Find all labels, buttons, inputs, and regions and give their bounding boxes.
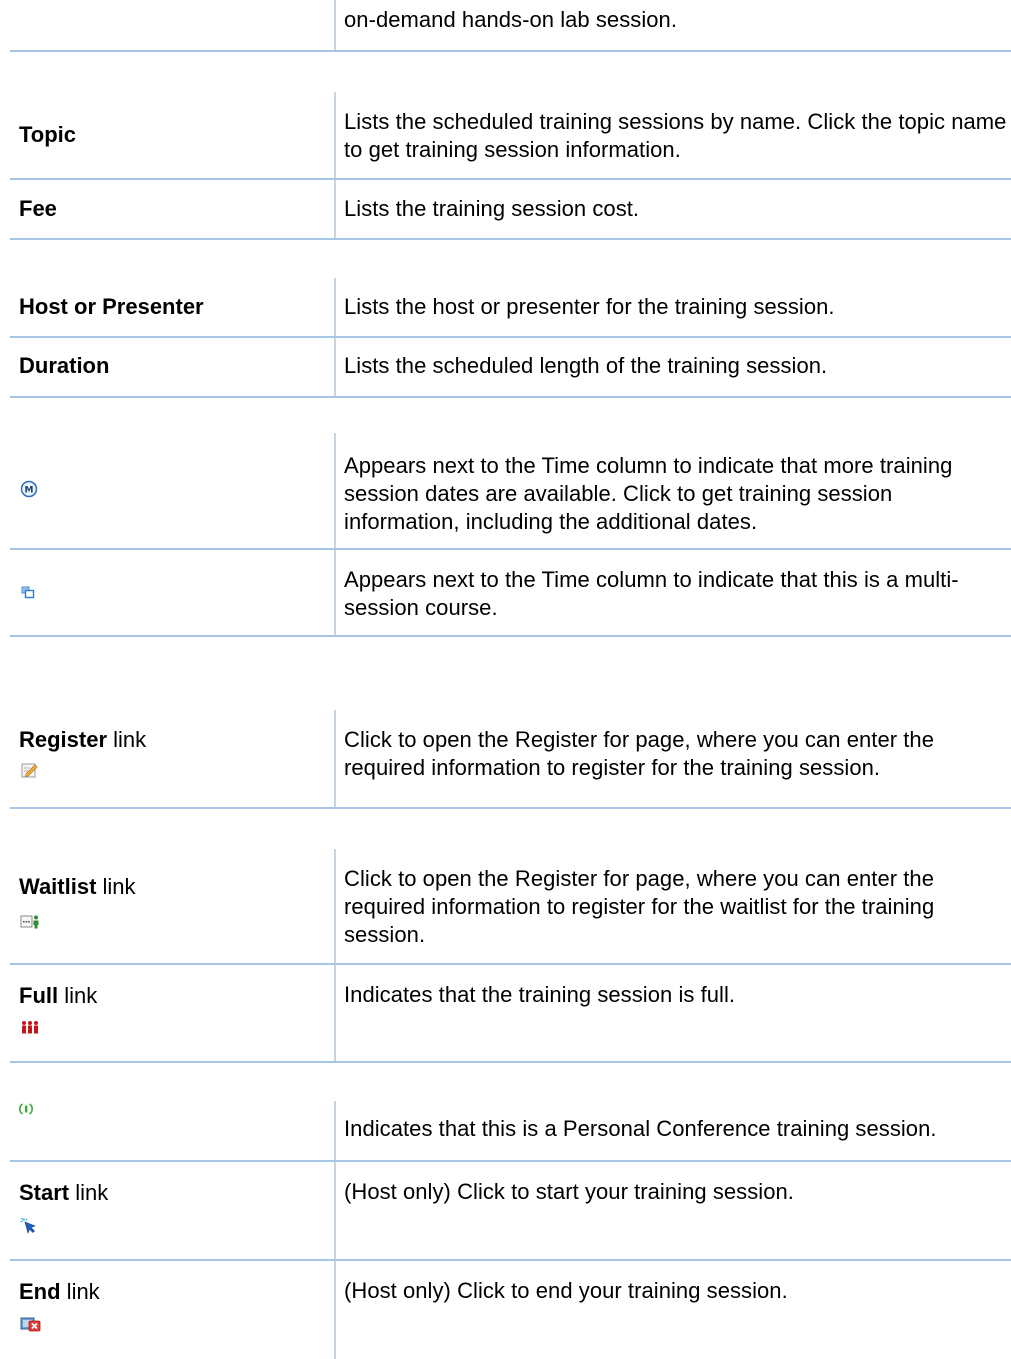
- column-divider: [334, 278, 336, 338]
- row-description: Click to open the Register for page, whe…: [344, 727, 935, 780]
- column-divider: [334, 965, 336, 1063]
- register-link-label[interactable]: Register: [19, 727, 107, 752]
- row-term: Register link: [19, 725, 319, 755]
- table-row: End link (Host only) Click to end your t…: [10, 1261, 1011, 1359]
- table-row: Duration Lists the scheduled length of t…: [10, 338, 1011, 398]
- row-description: Lists the scheduled length of the traini…: [344, 353, 828, 378]
- register-icon[interactable]: [21, 762, 38, 778]
- table-row: Host or Presenter Lists the host or pres…: [10, 278, 1011, 338]
- row-description: Lists the host or presenter for the trai…: [344, 294, 835, 319]
- column-divider: [334, 0, 336, 52]
- waitlist-link-label[interactable]: Waitlist: [19, 874, 96, 899]
- column-divider: [334, 180, 336, 240]
- row-description: Lists the training session cost.: [344, 196, 640, 221]
- row-divider: [10, 396, 1011, 398]
- column-divider: [334, 433, 336, 550]
- row-divider: [10, 50, 1011, 52]
- row-description: Indicates that this is a Personal Confer…: [344, 1116, 937, 1141]
- row-term-suffix: link: [60, 1279, 100, 1304]
- table-row: Topic Lists the scheduled training sessi…: [10, 92, 1011, 180]
- row-description: Indicates that the training session is f…: [344, 982, 736, 1007]
- column-divider: [334, 1162, 336, 1261]
- row-term-suffix: link: [69, 1180, 109, 1205]
- column-divider: [334, 338, 336, 398]
- row-description: Appears next to the Time column to indic…: [344, 567, 959, 620]
- start-link-label[interactable]: Start: [19, 1180, 69, 1205]
- row-term: Waitlist link: [19, 872, 319, 902]
- table-row: Waitlist link Click to open the Register…: [10, 849, 1011, 965]
- full-icon[interactable]: [20, 1020, 40, 1035]
- row-term: Host or Presenter: [19, 294, 204, 319]
- table-row: M Appears next to the Time column to ind…: [10, 433, 1011, 550]
- table-row: Indicates that this is a Personal Confer…: [10, 1101, 1011, 1162]
- table-row: on-demand hands-on lab session.: [10, 0, 1011, 52]
- row-divider: [10, 635, 1011, 637]
- multi-session-icon: [21, 586, 35, 599]
- row-description: Lists the scheduled training sessions by…: [344, 109, 1007, 162]
- row-term: Duration: [19, 353, 110, 378]
- table-row: Register link Click to open the Register…: [10, 710, 1011, 809]
- column-divider: [334, 1261, 336, 1359]
- full-link-label[interactable]: Full: [19, 983, 58, 1008]
- waitlist-icon[interactable]: [20, 914, 40, 929]
- start-icon[interactable]: [20, 1217, 37, 1234]
- row-divider: [10, 1061, 1011, 1063]
- personal-conference-icon: [19, 1103, 33, 1115]
- table-row: Start link (Host only) Click to start yo…: [10, 1162, 1011, 1261]
- svg-text:M: M: [25, 486, 34, 496]
- column-divider: [334, 92, 336, 180]
- row-description: on-demand hands-on lab session.: [344, 7, 677, 32]
- row-term-suffix: link: [107, 727, 147, 752]
- row-term: End link: [19, 1277, 319, 1307]
- row-term: Start link: [19, 1178, 319, 1208]
- row-description: (Host only) Click to start your training…: [344, 1179, 794, 1204]
- row-term: Topic: [19, 122, 77, 147]
- table-row: Fee Lists the training session cost.: [10, 180, 1011, 240]
- row-description: Click to open the Register for page, whe…: [344, 866, 935, 947]
- row-description: (Host only) Click to end your training s…: [344, 1278, 788, 1303]
- row-term-suffix: link: [96, 874, 136, 899]
- end-icon[interactable]: [20, 1316, 41, 1332]
- row-divider: [10, 807, 1011, 809]
- row-term-suffix: link: [58, 983, 98, 1008]
- row-divider: [10, 238, 1011, 240]
- table-row: Appears next to the Time column to indic…: [10, 550, 1011, 637]
- row-description: Appears next to the Time column to indic…: [344, 453, 953, 534]
- row-term: Full link: [19, 981, 319, 1011]
- column-divider: [334, 550, 336, 637]
- column-divider: [334, 849, 336, 965]
- column-divider: [334, 710, 336, 809]
- column-divider: [334, 1101, 336, 1162]
- table-row: Full link Indicates that the training se…: [10, 965, 1011, 1063]
- row-term: Fee: [19, 196, 57, 221]
- more-dates-icon: M: [20, 480, 38, 498]
- end-link-label[interactable]: End: [19, 1279, 61, 1304]
